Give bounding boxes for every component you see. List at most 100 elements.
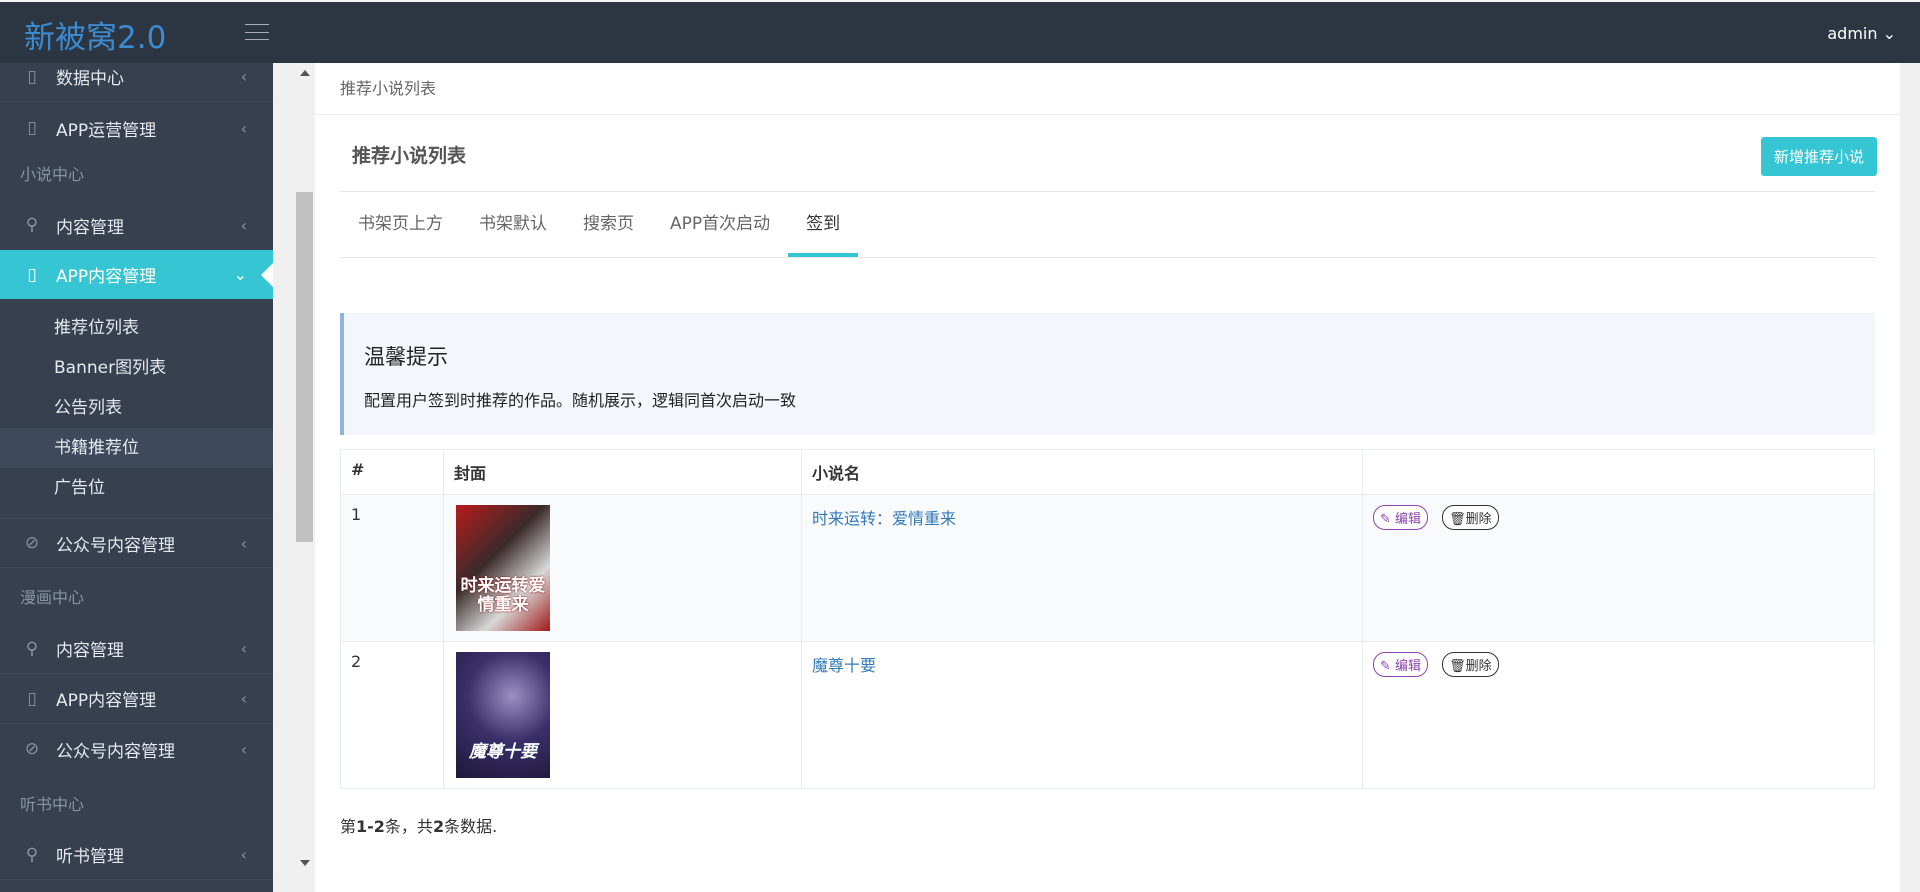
scrollbar-thumb[interactable] <box>296 192 313 542</box>
puzzle-icon: ⚲ <box>25 215 39 235</box>
tab-shelf-default[interactable]: 书架默认 <box>461 192 565 257</box>
add-recommend-novel-button[interactable]: 新增推荐小说 <box>1760 137 1877 176</box>
sidebar-item-label: 公众号内容管理 <box>56 535 175 556</box>
subitem-banner-list[interactable]: Banner图列表 <box>0 348 273 388</box>
sidebar-item-data-center[interactable]: ▯ 数据中心 ‹ <box>0 63 273 102</box>
sidebar-item-novel-app-content[interactable]: ▯ APP内容管理 ⌄ <box>0 250 273 299</box>
row-cover: 魔尊十要 <box>443 641 802 789</box>
chevron-left-icon: ‹ <box>240 739 247 759</box>
summary-text: 条，共 <box>384 817 433 836</box>
tab-sign-in[interactable]: 签到 <box>788 192 859 257</box>
sidebar-item-app-ops[interactable]: ▯ APP运营管理 ‹ <box>0 103 273 153</box>
main-content: 推荐小说列表 推荐小说列表 新增推荐小说 书架页上方 书架默认 搜索页 APP首… <box>315 63 1900 892</box>
chevron-down-icon: ⌄ <box>233 265 247 284</box>
delete-button[interactable]: 🗑删除 <box>1442 505 1499 530</box>
sidebar-item-label: APP内容管理 <box>56 267 157 287</box>
row-num: 1 <box>340 494 444 642</box>
row-cover: 时来运转爱情重来 <box>443 494 802 642</box>
delete-button[interactable]: 🗑删除 <box>1442 652 1499 677</box>
sidebar-item-label: APP内容管理 <box>56 691 157 711</box>
tab-shelf-top[interactable]: 书架页上方 <box>340 192 461 257</box>
book-cover-image: 魔尊十要 <box>456 652 550 778</box>
puzzle-icon: ⚲ <box>25 638 39 659</box>
edit-label: 编辑 <box>1395 659 1422 674</box>
user-menu[interactable]: admin ⌄ <box>1827 24 1896 43</box>
novel-link[interactable]: 魔尊十要 <box>812 656 876 675</box>
cover-title: 魔尊十要 <box>469 742 537 762</box>
summary-total: 2 <box>432 817 445 836</box>
row-actions: ✎ 编辑 🗑删除 <box>1362 641 1875 789</box>
mobile-icon: ▯ <box>27 118 37 138</box>
col-actions <box>1362 449 1875 495</box>
subitem-ads[interactable]: 广告位 <box>0 468 273 508</box>
cover-title: 时来运转爱情重来 <box>460 576 546 615</box>
sidebar-item-label: 听书管理 <box>56 847 124 867</box>
sidebar-item-comic-app-content[interactable]: ▯ APP内容管理 ‹ <box>0 674 273 724</box>
trash-icon: 🗑 <box>1449 512 1466 527</box>
chevron-left-icon: ‹ <box>240 215 247 235</box>
row-num: 2 <box>340 641 444 789</box>
summary-range: 1-2 <box>356 817 385 836</box>
page-title: 推荐小说列表 <box>352 145 467 167</box>
novel-link[interactable]: 时来运转：爱情重来 <box>812 509 956 528</box>
subitem-notice-list[interactable]: 公告列表 <box>0 388 273 428</box>
edit-button[interactable]: ✎ 编辑 <box>1373 505 1429 530</box>
section-novel: 小说中心 <box>20 165 85 184</box>
edit-icon: ✎ <box>1380 659 1391 674</box>
sidebar-item-label: 数据中心 <box>56 69 124 89</box>
row-actions: ✎ 编辑 🗑删除 <box>1362 494 1875 642</box>
subitem-book-recommend[interactable]: 书籍推荐位 <box>0 428 273 468</box>
alert-text: 配置用户签到时推荐的作品。随机展示，逻辑同首次启动一致 <box>364 391 797 410</box>
tab-bar: 书架页上方 书架默认 搜索页 APP首次启动 签到 <box>340 192 1875 258</box>
sidebar: ▯ 数据中心 ‹ ▯ APP运营管理 ‹ 小说中心 ⚲ 内容管理 ‹ ▯ APP内容管理 ⌄ 推… <box>0 63 273 892</box>
section-comic: 漫画中心 <box>20 588 85 607</box>
breadcrumb[interactable]: 推荐小说列表 <box>315 63 1900 115</box>
chevron-left-icon: ‹ <box>240 845 247 864</box>
summary-text: 第 <box>340 817 357 836</box>
mobile-icon: ▯ <box>27 264 37 285</box>
sidebar-item-label: 内容管理 <box>56 641 124 661</box>
chevron-down-icon: ⌄ <box>1882 24 1896 43</box>
table-row: 2 魔尊十要 魔尊十要 ✎ 编辑 🗑删除 <box>340 641 1875 789</box>
tab-app-first-launch[interactable]: APP首次启动 <box>652 192 788 257</box>
book-icon: ▯ <box>27 66 37 87</box>
row-name: 魔尊十要 <box>801 641 1363 789</box>
scroll-up-icon[interactable] <box>300 70 310 76</box>
col-cover: 封面 <box>443 449 802 495</box>
edit-label: 编辑 <box>1395 512 1422 527</box>
chevron-left-icon: ‹ <box>240 533 247 553</box>
app-logo[interactable]: 新被窝2.0 <box>24 12 166 57</box>
compass-icon: ⊘ <box>24 533 40 553</box>
sidebar-item-label: 公众号内容管理 <box>56 741 175 762</box>
chevron-left-icon: ‹ <box>240 67 247 86</box>
sidebar-item-label: 内容管理 <box>56 217 124 238</box>
chevron-left-icon: ‹ <box>240 118 247 138</box>
sidebar-item-audio[interactable]: ⚲ 听书管理 ‹ <box>0 830 273 880</box>
sidebar-item-novel-wechat[interactable]: ⊘ 公众号内容管理 ‹ <box>0 518 273 568</box>
sidebar-item-comic-wechat[interactable]: ⊘ 公众号内容管理 ‹ <box>0 724 273 774</box>
row-name: 时来运转：爱情重来 <box>801 494 1363 642</box>
table-header: # 封面 小说名 <box>340 449 1875 495</box>
trash-icon: 🗑 <box>1449 659 1466 674</box>
scroll-down-icon[interactable] <box>300 860 310 866</box>
edit-button[interactable]: ✎ 编辑 <box>1373 652 1429 677</box>
puzzle-icon: ⚲ <box>25 844 39 865</box>
col-num: # <box>340 449 444 495</box>
chevron-left-icon: ‹ <box>240 639 247 658</box>
subitem-slot-list[interactable]: 推荐位列表 <box>0 308 273 348</box>
compass-icon: ⊘ <box>24 739 40 759</box>
sidebar-item-novel-content[interactable]: ⚲ 内容管理 ‹ <box>0 200 273 250</box>
mobile-icon: ▯ <box>27 688 37 709</box>
page-margin <box>1900 63 1920 892</box>
alert-title: 温馨提示 <box>364 345 448 369</box>
table-row: 1 时来运转爱情重来 时来运转：爱情重来 ✎ 编辑 🗑删除 <box>340 494 1875 642</box>
tab-search[interactable]: 搜索页 <box>565 192 652 257</box>
recommend-table: # 封面 小说名 1 时来运转爱情重来 时来运转：爱情重来 ✎ 编辑 🗑删除 2… <box>340 449 1875 789</box>
chevron-left-icon: ‹ <box>240 689 247 708</box>
pagination-summary: 第1-2条，共2条数据. <box>340 813 497 837</box>
delete-label: 删除 <box>1465 512 1492 527</box>
top-header: 新被窝2.0 admin ⌄ <box>0 0 1920 63</box>
col-name: 小说名 <box>801 449 1363 495</box>
menu-toggle-icon[interactable] <box>245 24 269 40</box>
sidebar-item-comic-content[interactable]: ⚲ 内容管理 ‹ <box>0 624 273 674</box>
